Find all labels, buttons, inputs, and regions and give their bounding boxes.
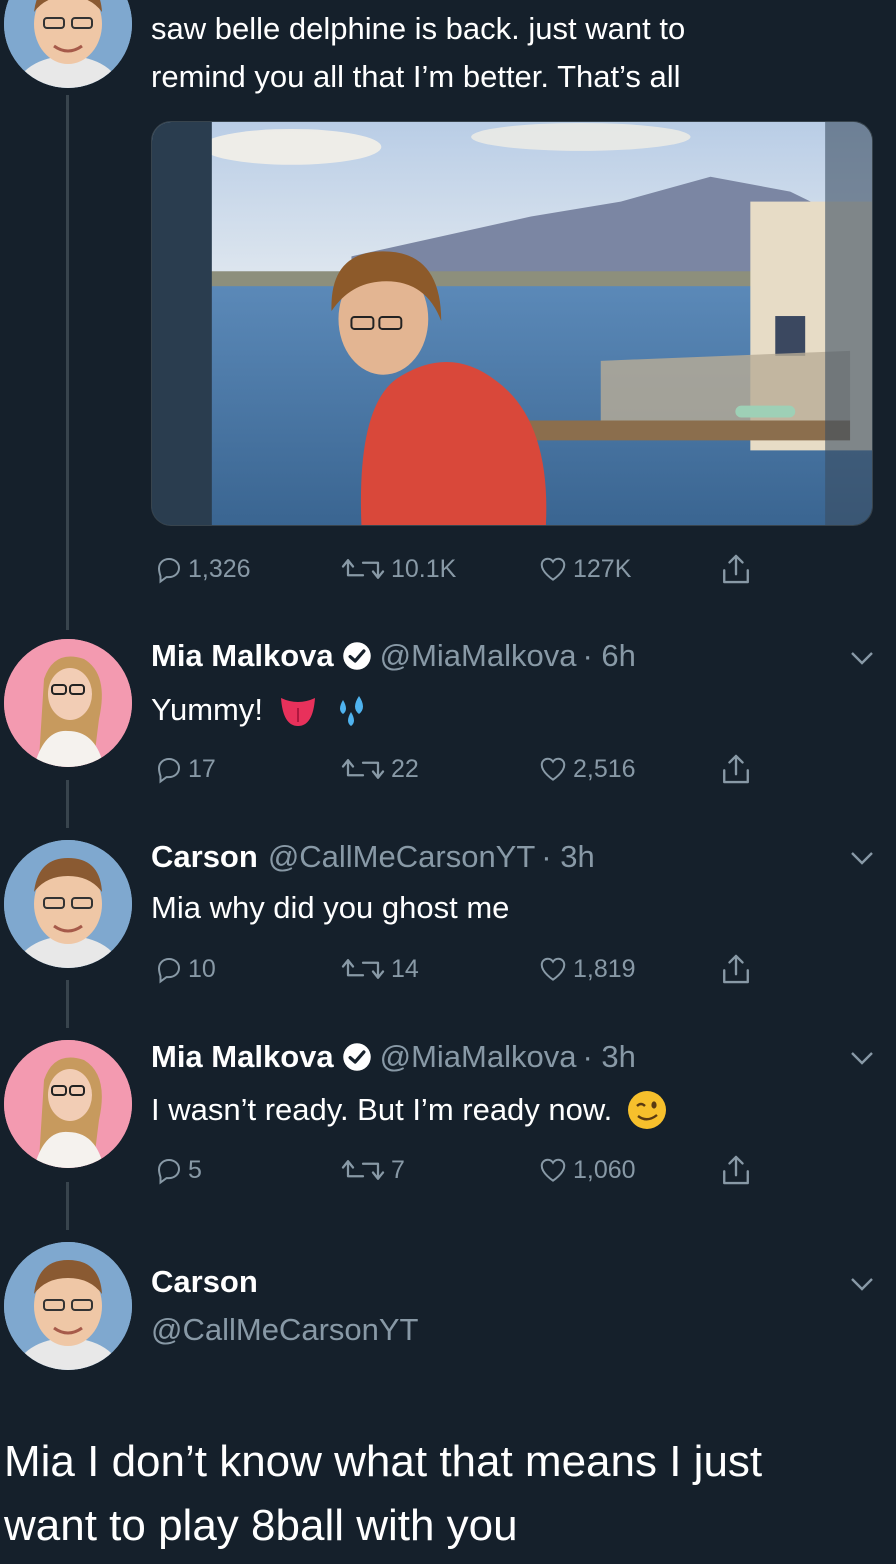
avatar-image <box>4 840 132 968</box>
retweet-button[interactable]: 22 <box>339 754 419 784</box>
reply-icon <box>157 1158 181 1185</box>
tweet-header: Mia Malkova @MiaMalkova · 6h <box>151 636 636 676</box>
reply-icon <box>157 757 181 784</box>
avatar-carson[interactable] <box>4 840 132 968</box>
tweet-header: Carson <box>151 1262 258 1302</box>
tweet-text: Mia why did you ghost me <box>151 890 510 925</box>
retweet-button[interactable]: 7 <box>339 1155 405 1185</box>
avatar-image <box>4 0 132 88</box>
avatar-carson[interactable] <box>4 0 132 88</box>
retweet-icon <box>341 959 385 979</box>
share-icon <box>723 1155 749 1185</box>
like-count: 1,819 <box>573 954 636 983</box>
handle[interactable]: @CallMeCarsonYT <box>151 1310 418 1350</box>
chevron-down-icon[interactable] <box>848 648 876 668</box>
reply-icon <box>157 957 181 984</box>
avatar-mia-malkova[interactable] <box>4 639 132 767</box>
verified-badge-icon <box>342 642 371 670</box>
tweet-photo[interactable] <box>151 121 873 526</box>
handle[interactable]: @MiaMalkova <box>380 636 577 676</box>
chevron-down-icon[interactable] <box>848 1274 876 1294</box>
reply-button[interactable]: 17 <box>154 754 216 784</box>
thread-line <box>66 780 69 828</box>
retweet-count: 22 <box>391 754 419 783</box>
reply-count: 17 <box>188 754 216 783</box>
thread-line <box>66 95 69 630</box>
verified-badge-icon <box>342 1043 371 1071</box>
avatar-carson[interactable] <box>4 1242 132 1370</box>
reply-button[interactable]: 10 <box>154 954 216 984</box>
retweet-icon <box>341 1160 385 1180</box>
like-button[interactable]: 127K <box>537 554 631 584</box>
chevron-down-icon[interactable] <box>848 848 876 868</box>
tweet-header: Carson @CallMeCarsonYT · 3h <box>151 837 595 877</box>
timestamp[interactable]: · 3h <box>541 837 594 877</box>
like-count: 127K <box>573 554 632 583</box>
retweet-icon <box>341 759 385 779</box>
avatar-image <box>4 639 132 767</box>
reply-button[interactable]: 5 <box>154 1155 202 1185</box>
like-button[interactable]: 2,516 <box>537 754 636 784</box>
heart-icon <box>540 557 566 581</box>
reply-icon <box>157 557 181 584</box>
share-button[interactable] <box>720 552 756 586</box>
retweet-count: 10.1K <box>391 554 457 583</box>
tweet-text-content: I wasn’t ready. But I’m ready now. <box>151 1092 613 1127</box>
tweet-handle-row: @CallMeCarsonYT <box>151 1310 418 1350</box>
thread-line <box>66 1182 69 1230</box>
timestamp[interactable]: · 6h <box>582 636 635 676</box>
share-button[interactable] <box>720 752 756 786</box>
retweet-count: 14 <box>391 954 419 983</box>
tweet-text-line: Mia I don’t know what that means I just <box>4 1437 763 1486</box>
share-icon <box>723 554 749 584</box>
heart-icon <box>540 1158 566 1182</box>
avatar-mia-malkova[interactable] <box>4 1040 132 1168</box>
avatar-image <box>4 1242 132 1370</box>
heart-icon <box>540 957 566 981</box>
share-button[interactable] <box>720 1153 756 1187</box>
photo-image <box>152 122 872 525</box>
retweet-icon <box>341 559 385 579</box>
retweet-button[interactable]: 14 <box>339 954 419 984</box>
share-icon <box>723 754 749 784</box>
reply-button[interactable]: 1,326 <box>154 554 251 584</box>
tweet-text: I wasn’t ready. But I’m ready now. <box>151 1086 668 1134</box>
like-count: 2,516 <box>573 754 636 783</box>
display-name[interactable]: Mia Malkova <box>151 636 334 676</box>
tweet-text-main: saw belle delphine is back. just want to… <box>151 5 685 101</box>
sweat-droplets-emoji-icon <box>339 696 363 726</box>
retweet-count: 7 <box>391 1155 405 1184</box>
heart-icon <box>540 757 566 781</box>
thread-line <box>66 980 69 1028</box>
reply-count: 5 <box>188 1155 202 1184</box>
tweet-text-content: Yummy! <box>151 692 263 727</box>
share-icon <box>723 954 749 984</box>
retweet-button[interactable]: 10.1K <box>339 554 456 584</box>
like-button[interactable]: 1,060 <box>537 1155 636 1185</box>
like-count: 1,060 <box>573 1155 636 1184</box>
winking-face-emoji-icon <box>628 1091 667 1129</box>
display-name[interactable]: Carson <box>151 1262 258 1302</box>
handle[interactable]: @CallMeCarsonYT <box>268 837 535 877</box>
timestamp[interactable]: · 3h <box>582 1037 635 1077</box>
tongue-emoji-icon <box>280 698 315 726</box>
avatar-image <box>4 1040 132 1168</box>
display-name[interactable]: Carson <box>151 837 258 877</box>
handle[interactable]: @MiaMalkova <box>380 1037 577 1077</box>
share-button[interactable] <box>720 952 756 986</box>
tweet-text-focused: Mia I don’t know what that means I just … <box>4 1430 894 1558</box>
tweet-text-line: want to play 8ball with you <box>4 1501 518 1550</box>
display-name[interactable]: Mia Malkova <box>151 1037 334 1077</box>
reply-count: 1,326 <box>188 554 251 583</box>
tweet-text-line: saw belle delphine is back. just want to <box>151 11 686 46</box>
tweet-header: Mia Malkova @MiaMalkova · 3h <box>151 1037 636 1077</box>
chevron-down-icon[interactable] <box>848 1048 876 1068</box>
tweet-text: Yummy! <box>151 686 373 734</box>
like-button[interactable]: 1,819 <box>537 954 636 984</box>
tweet-text-line: remind you all that I’m better. That’s a… <box>151 59 681 94</box>
reply-count: 10 <box>188 954 216 983</box>
